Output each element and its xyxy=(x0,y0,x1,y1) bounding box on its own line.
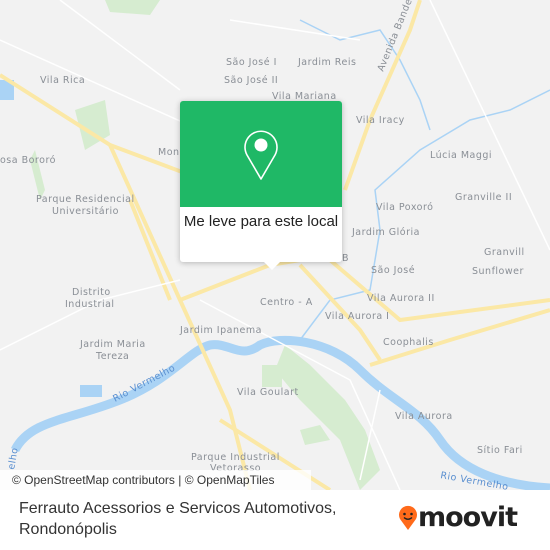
map-label: Vila Aurora xyxy=(395,411,453,422)
moovit-logo[interactable]: moovit xyxy=(398,502,518,533)
map-label: Lúcia Maggi xyxy=(430,150,492,161)
map-label: osa Bororó xyxy=(0,155,56,166)
map-label: Jardim Reis xyxy=(297,57,356,68)
river-label: elho xyxy=(6,447,21,471)
map-label: Universitário xyxy=(52,206,119,217)
place-name-line: Ferrauto Acessorios e Servicos Automotiv… xyxy=(19,500,337,517)
map-label: São José I xyxy=(226,57,277,68)
map-label: Vila Aurora I xyxy=(325,311,390,322)
map-label: Granville II xyxy=(455,192,512,203)
map-label: Industrial xyxy=(65,299,115,310)
place-name: Ferrauto Acessorios e Servicos Automotiv… xyxy=(19,498,336,540)
river-label: Rio Vermelho xyxy=(111,363,177,405)
city-name: Rondonópolis xyxy=(19,521,117,538)
map-label: Distrito xyxy=(72,287,111,298)
map-label: Mon xyxy=(158,147,180,158)
map-label: Parque Industrial xyxy=(191,452,280,463)
map-label: Jardim Maria xyxy=(79,339,146,350)
map-label: Jardim Glória xyxy=(351,227,420,238)
popup-header xyxy=(180,101,342,207)
map-label: Vila Goulart xyxy=(237,387,299,398)
map-label: Vila Rica xyxy=(40,75,85,86)
popup-pointer xyxy=(264,262,280,270)
directions-label[interactable]: Me leve para este local xyxy=(180,207,342,233)
directions-popup[interactable]: Me leve para este local xyxy=(180,101,342,270)
map-label: São José II xyxy=(224,75,278,86)
map-label: Sítio Fari xyxy=(477,445,523,456)
map-pin-icon xyxy=(244,130,278,180)
map-label: Granvill xyxy=(484,247,525,258)
map-label: Coophalis xyxy=(383,337,434,348)
map-label: Jardim Ipanema xyxy=(179,325,262,336)
map-label: B xyxy=(342,253,349,264)
footer: Ferrauto Acessorios e Servicos Automotiv… xyxy=(0,490,550,550)
moovit-pin-icon xyxy=(399,505,417,530)
map-attribution[interactable]: © OpenStreetMap contributors | © OpenMap… xyxy=(0,470,311,490)
map-label: São José xyxy=(371,265,415,276)
logo-text: moovit xyxy=(418,502,518,533)
map-label: Vila Poxoró xyxy=(376,202,433,213)
map-label: Parque Residencial xyxy=(36,194,135,205)
map-label: Centro - A xyxy=(260,297,313,308)
map-label: Tereza xyxy=(95,351,129,362)
map-label: Vila Iracy xyxy=(356,115,405,126)
map-label: Sunflower xyxy=(472,266,524,277)
map-label: Vila Aurora II xyxy=(367,293,435,304)
